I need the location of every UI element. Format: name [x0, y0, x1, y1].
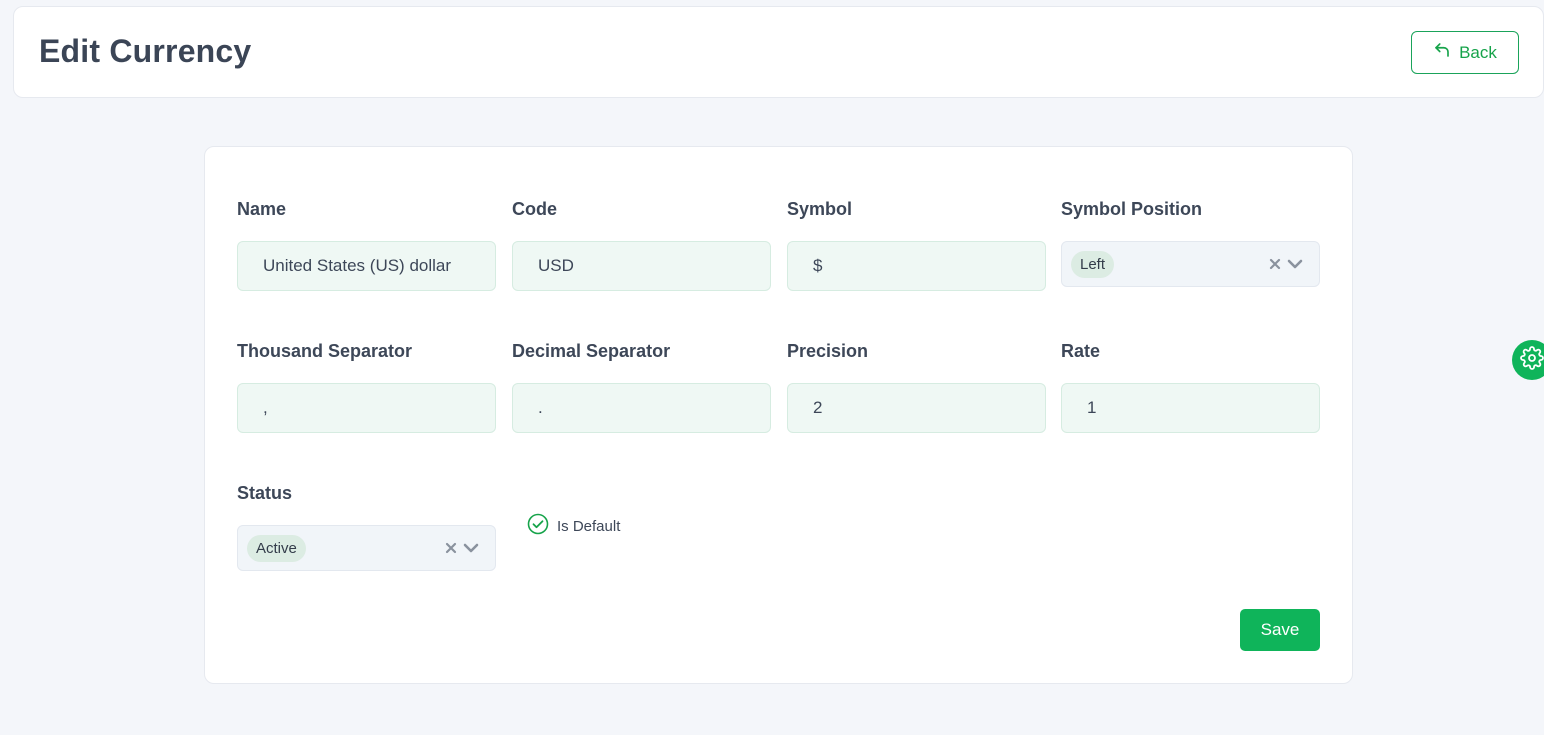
precision-input[interactable]: 2 — [787, 383, 1046, 433]
symbol-input[interactable]: $ — [787, 241, 1046, 291]
chevron-down-icon[interactable] — [1287, 258, 1303, 270]
name-input[interactable]: United States (US) dollar — [237, 241, 496, 291]
decimal-separator-field-group: Decimal Separator . — [512, 341, 771, 433]
undo-arrow-icon — [1433, 41, 1451, 64]
symbol-position-chip: Left — [1071, 250, 1115, 278]
page-header: Edit Currency Back — [13, 6, 1544, 98]
close-icon[interactable] — [1269, 258, 1281, 270]
gear-icon — [1520, 345, 1544, 375]
code-field-group: Code USD — [512, 199, 771, 291]
decimal-separator-input[interactable]: . — [512, 383, 771, 433]
currency-form-card: Name United States (US) dollar Code USD … — [204, 146, 1353, 684]
status-label: Status — [237, 483, 293, 503]
thousand-separator-label: Thousand Separator — [237, 341, 413, 361]
status-field-group: Status Active — [237, 483, 496, 571]
save-button[interactable]: Save — [1240, 609, 1320, 651]
thousand-separator-field-group: Thousand Separator , — [237, 341, 496, 433]
thousand-separator-input[interactable]: , — [237, 383, 496, 433]
symbol-label: Symbol — [787, 199, 853, 219]
back-button-label: Back — [1459, 42, 1497, 62]
check-circle-icon — [527, 513, 549, 539]
symbol-field-group: Symbol $ — [787, 199, 1046, 291]
page-title: Edit Currency — [39, 33, 252, 69]
symbol-position-select[interactable]: Left — [1061, 241, 1320, 287]
rate-input[interactable]: 1 — [1061, 383, 1320, 433]
decimal-separator-label: Decimal Separator — [512, 341, 671, 361]
is-default-checkbox[interactable]: Is Default — [527, 513, 620, 539]
precision-field-group: Precision 2 — [787, 341, 1046, 433]
status-select[interactable]: Active — [237, 525, 496, 571]
symbol-position-label: Symbol Position — [1061, 199, 1203, 219]
status-chip: Active — [247, 534, 306, 562]
name-label: Name — [237, 199, 287, 219]
code-label: Code — [512, 199, 557, 219]
name-field-group: Name United States (US) dollar — [237, 199, 496, 291]
rate-field-group: Rate 1 — [1061, 341, 1320, 433]
settings-button[interactable] — [1512, 340, 1544, 380]
symbol-position-field-group: Symbol Position Left — [1061, 199, 1320, 287]
close-icon[interactable] — [445, 542, 457, 554]
code-input[interactable]: USD — [512, 241, 771, 291]
chevron-down-icon[interactable] — [463, 542, 479, 554]
is-default-label: Is Default — [557, 517, 621, 535]
rate-label: Rate — [1061, 341, 1101, 361]
back-button[interactable]: Back — [1411, 31, 1519, 74]
precision-label: Precision — [787, 341, 869, 361]
